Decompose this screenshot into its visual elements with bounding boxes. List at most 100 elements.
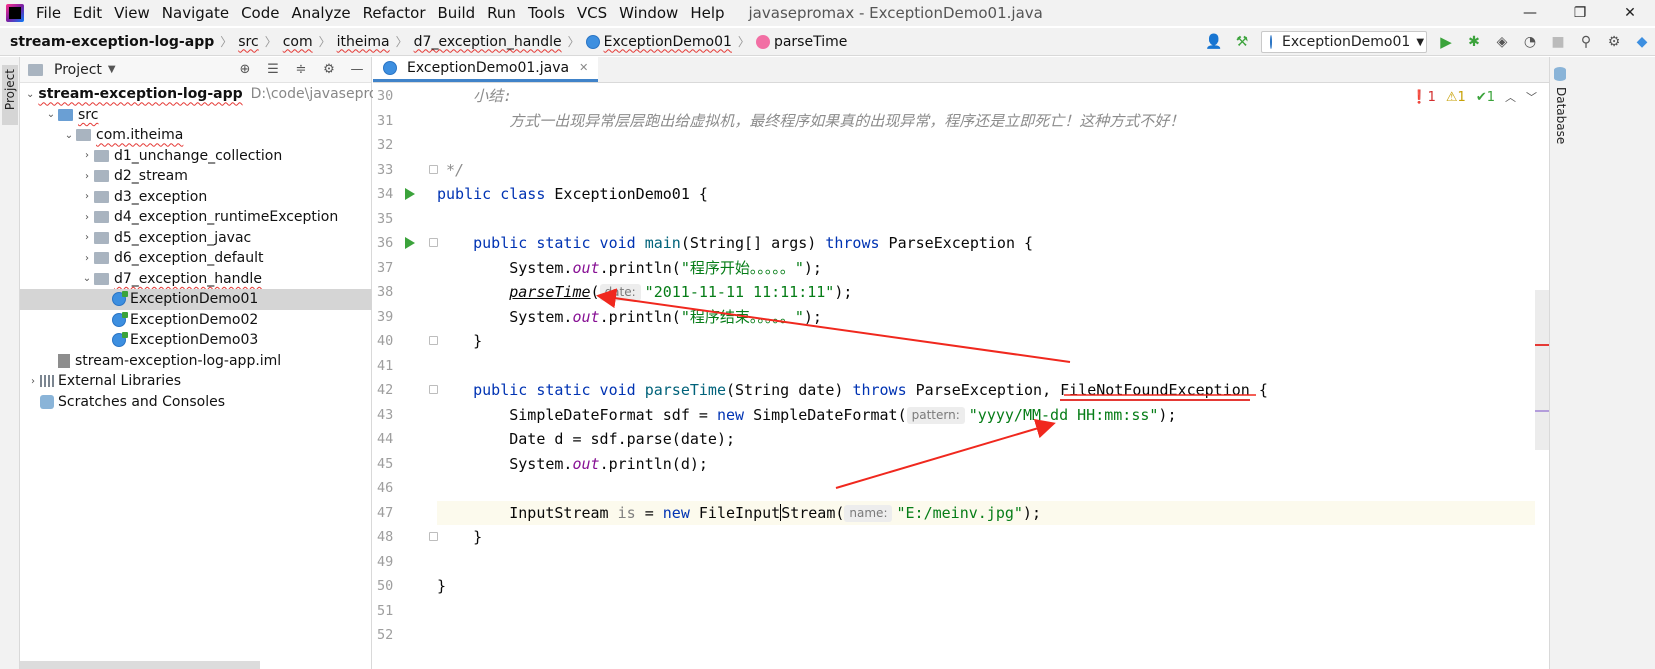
package-icon [94, 149, 109, 162]
gear-icon[interactable]: ⚙ [1605, 33, 1623, 51]
tree-item-label: d7_exception_handle [114, 270, 262, 287]
vcs-user-icon[interactable]: 👤 [1205, 33, 1223, 51]
restore-button[interactable]: ❐ [1555, 0, 1605, 26]
menu-help[interactable]: Help [684, 0, 730, 26]
chevron-right-icon[interactable]: › [80, 171, 94, 182]
breadcrumb-class[interactable]: ExceptionDemo01 [604, 34, 732, 50]
locate-icon[interactable]: ⊕ [237, 61, 253, 77]
search-icon[interactable]: ⚲ [1577, 33, 1595, 51]
menu-build[interactable]: Build [432, 0, 482, 26]
tree-item[interactable]: ExceptionDemo02 [20, 310, 372, 331]
collapse-all-icon[interactable]: ≑ [293, 61, 309, 77]
folder-icon [28, 63, 43, 76]
tree-item[interactable]: Scratches and Consoles [20, 392, 372, 413]
tree-item[interactable]: ExceptionDemo03 [20, 330, 372, 351]
breadcrumb-com[interactable]: com [283, 34, 313, 50]
profile-icon[interactable]: ◔ [1521, 33, 1539, 51]
chevron-right-icon[interactable]: › [80, 150, 94, 161]
horizontal-scrollbar[interactable] [20, 661, 260, 669]
menu-tools[interactable]: Tools [522, 0, 571, 26]
run-configuration-select[interactable]: ExceptionDemo01 ▼ [1261, 31, 1427, 53]
tab-exceptiondemo01[interactable]: ExceptionDemo01.java ✕ [373, 56, 599, 82]
line-number: 39 [373, 305, 437, 330]
chevron-right-icon[interactable]: › [26, 376, 40, 387]
class-icon [112, 291, 128, 307]
project-tree: ⌄ stream-exception-log-app D:\code\javasep… [20, 84, 413, 413]
breadcrumb-method[interactable]: parseTime [774, 34, 847, 50]
menu-file[interactable]: File [30, 0, 67, 26]
tree-item[interactable]: ⌄ stream-exception-log-app D:\code\javasep… [20, 84, 413, 105]
menu-run[interactable]: Run [481, 0, 522, 26]
toolbox-icon[interactable]: ◆ [1633, 33, 1651, 51]
window-controls: — ❐ ✕ [1505, 0, 1655, 26]
tree-item[interactable]: stream-exception-log-app.iml [20, 351, 372, 372]
project-tool-tab[interactable]: Project [2, 65, 18, 125]
tree-item[interactable]: › d1_unchange_collection [20, 146, 372, 167]
tree-item[interactable]: › d4_exception_runtimeException [20, 207, 372, 228]
chevron-right-icon[interactable]: › [80, 212, 94, 223]
expand-all-icon[interactable]: ☰ [265, 61, 281, 77]
debug-icon[interactable]: ✱ [1465, 33, 1483, 51]
gear-icon[interactable]: ⚙ [321, 61, 337, 77]
project-panel-title[interactable]: Project [54, 62, 102, 78]
breadcrumb-src[interactable]: src [238, 34, 258, 50]
chevron-down-icon[interactable]: ▼ [108, 64, 116, 75]
code-line-48: } [437, 525, 1535, 550]
menu-view[interactable]: View [108, 0, 156, 26]
run-icon[interactable]: ▶ [1437, 33, 1455, 51]
menu-window[interactable]: Window [613, 0, 684, 26]
chevron-right-icon[interactable]: › [80, 191, 94, 202]
close-icon[interactable]: ✕ [579, 61, 588, 74]
chevron-right-icon[interactable]: › [80, 232, 94, 243]
menu-navigate[interactable]: Navigate [156, 0, 235, 26]
code-token: Date d = sdf.parse(date); [509, 430, 736, 448]
tree-item[interactable]: ⌄ com.itheima [20, 125, 372, 146]
line-number: 44 [373, 427, 437, 452]
tree-item[interactable]: ExceptionDemo01 [20, 289, 372, 310]
file-icon [58, 353, 70, 368]
usage-marker[interactable] [1535, 410, 1549, 412]
tree-item[interactable]: ⌄ d7_exception_handle [20, 269, 372, 290]
database-tool-tab[interactable]: Database [1554, 87, 1568, 144]
run-gutter-icon[interactable] [405, 188, 415, 200]
chevron-down-icon[interactable]: ⌄ [62, 130, 76, 141]
chevron-down-icon[interactable]: ⌄ [80, 273, 94, 284]
tree-item[interactable]: ⌄ src [20, 105, 372, 126]
code-area[interactable]: 小结: 方式一出现异常层层跑出给虚拟机，最终程序如果真的出现异常，程序还是立即死… [437, 84, 1535, 623]
code-token: Stream( [781, 503, 845, 522]
parameter-hint: pattern: [906, 406, 965, 424]
tree-item[interactable]: › d5_exception_javac [20, 228, 372, 249]
breadcrumb-package[interactable]: d7_exception_handle [414, 34, 562, 50]
code-line-50: } [437, 574, 1535, 599]
chevron-down-icon[interactable]: ⌄ [44, 109, 58, 120]
run-gutter-icon[interactable] [405, 237, 415, 249]
tree-item[interactable]: › d6_exception_default [20, 248, 372, 269]
line-number-text: 48 [377, 529, 394, 545]
line-number: 43 [373, 403, 437, 428]
menu-vcs[interactable]: VCS [571, 0, 613, 26]
menu-analyze[interactable]: Analyze [285, 0, 356, 26]
keyword: new [662, 503, 690, 522]
menu-edit[interactable]: Edit [67, 0, 108, 26]
stop-icon[interactable]: ■ [1549, 33, 1567, 51]
tree-item[interactable]: › d3_exception [20, 187, 372, 208]
error-marker[interactable] [1535, 344, 1549, 346]
close-window-button[interactable]: ✕ [1605, 0, 1655, 26]
vertical-scrollbar[interactable] [1535, 290, 1549, 450]
intellij-logo-icon [6, 4, 24, 22]
menu-code[interactable]: Code [235, 0, 285, 26]
keyword: new [716, 405, 745, 424]
coverage-icon[interactable]: ◈ [1493, 33, 1511, 51]
menu-refactor[interactable]: Refactor [357, 0, 432, 26]
breadcrumb-itheima[interactable]: itheima [337, 34, 390, 50]
build-hammer-icon[interactable]: ⚒ [1233, 33, 1251, 51]
hide-icon[interactable]: — [349, 61, 365, 77]
tree-item[interactable]: › External Libraries [20, 371, 372, 392]
chevron-right-icon[interactable]: › [80, 253, 94, 264]
line-number-text: 44 [377, 431, 394, 447]
tree-item[interactable]: › d2_stream [20, 166, 372, 187]
minimize-button[interactable]: — [1505, 0, 1555, 26]
chevron-down-icon[interactable]: ⌄ [26, 89, 34, 100]
breadcrumb-project[interactable]: stream-exception-log-app [10, 34, 214, 50]
database-icon [1554, 67, 1566, 81]
